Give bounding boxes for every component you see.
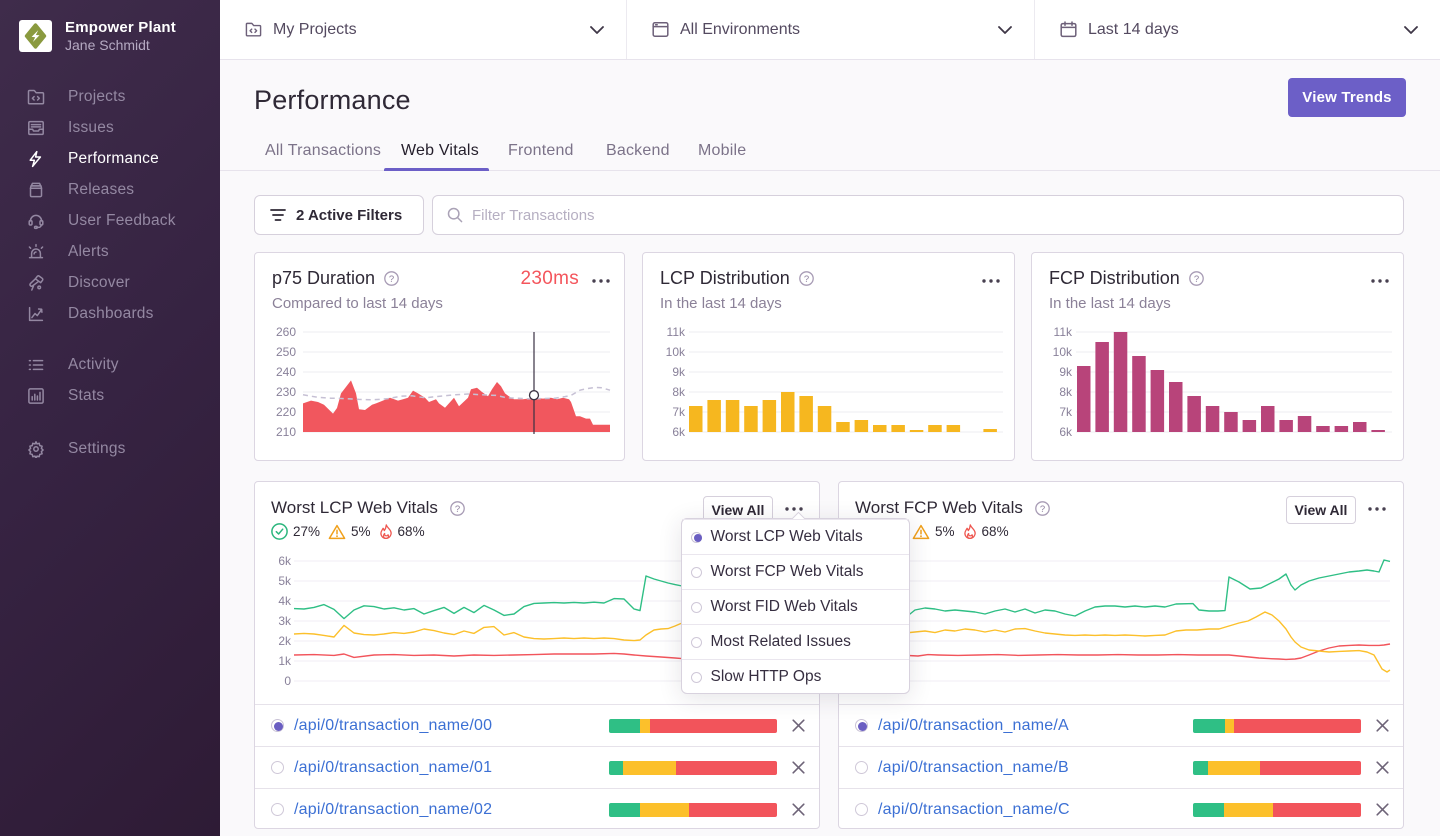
svg-text:230: 230: [276, 385, 296, 399]
svg-text:?: ?: [1040, 503, 1045, 514]
svg-text:250: 250: [276, 345, 296, 359]
svg-text:9k: 9k: [1059, 365, 1073, 379]
svg-text:8k: 8k: [1059, 385, 1073, 399]
svg-text:1k: 1k: [278, 654, 292, 668]
svg-text:6k: 6k: [278, 554, 292, 568]
svg-text:?: ?: [455, 503, 460, 514]
svg-text:5k: 5k: [278, 574, 292, 588]
svg-text:260: 260: [276, 325, 296, 339]
svg-text:11k: 11k: [1054, 325, 1073, 339]
svg-text:10k: 10k: [1053, 345, 1073, 359]
svg-text:220: 220: [276, 405, 296, 419]
svg-text:3k: 3k: [278, 614, 292, 628]
svg-text:8k: 8k: [672, 385, 686, 399]
svg-text:2k: 2k: [278, 634, 292, 648]
svg-text:?: ?: [1194, 274, 1199, 285]
svg-text:11k: 11k: [667, 325, 686, 339]
svg-text:6k: 6k: [1059, 425, 1073, 439]
svg-text:4k: 4k: [278, 594, 292, 608]
svg-text:7k: 7k: [672, 405, 686, 419]
svg-text:?: ?: [389, 274, 394, 285]
svg-text:?: ?: [804, 274, 809, 285]
svg-text:10k: 10k: [666, 345, 686, 359]
svg-text:9k: 9k: [672, 365, 686, 379]
svg-text:240: 240: [276, 365, 296, 379]
svg-text:0: 0: [284, 674, 291, 688]
svg-text:7k: 7k: [1059, 405, 1073, 419]
svg-text:210: 210: [276, 425, 296, 439]
svg-text:6k: 6k: [672, 425, 686, 439]
